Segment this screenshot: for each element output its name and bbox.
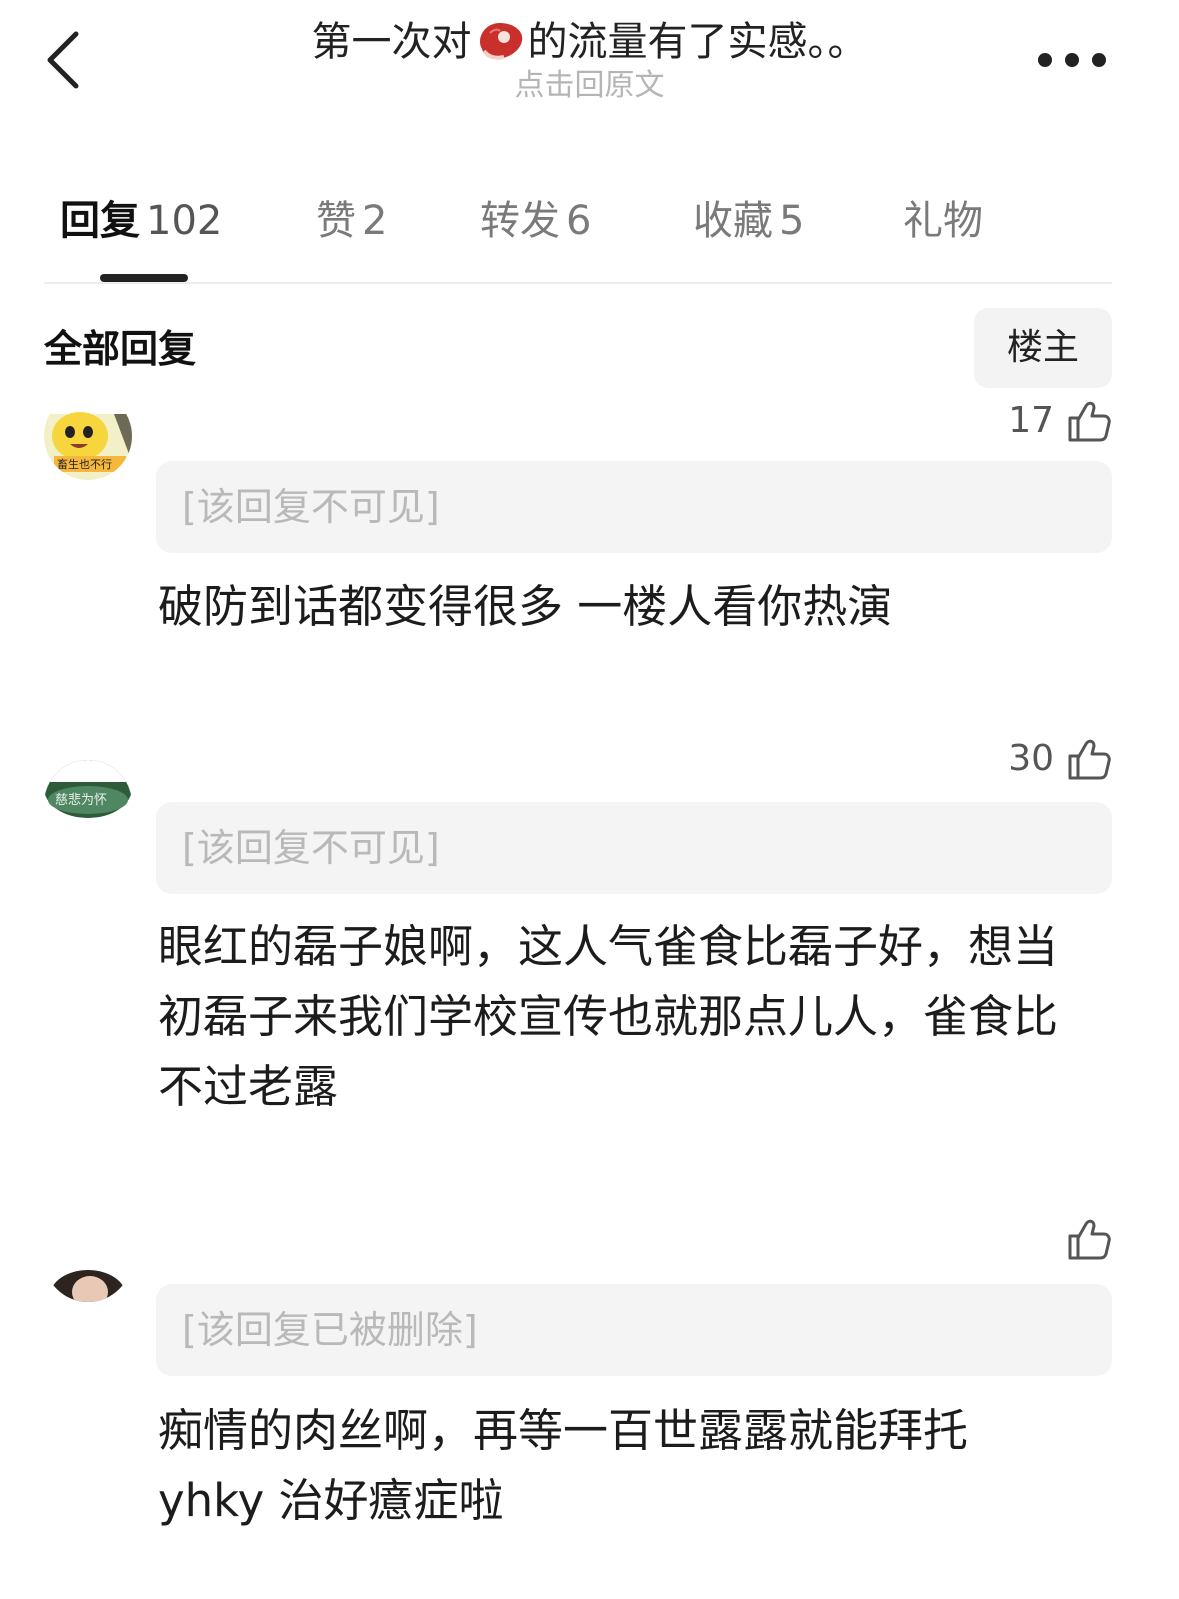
avatar-caption: 畜生也不行 xyxy=(57,457,112,471)
avatar[interactable] xyxy=(44,1214,132,1302)
comment-text: 破防到话都变得很多 一楼人看你热演 xyxy=(158,580,893,633)
thumbs-up-icon xyxy=(1068,739,1111,780)
tab-reposts[interactable]: 转发 6 xyxy=(480,186,591,256)
tab-gifts[interactable]: 礼物 xyxy=(903,186,983,256)
comment-text: 眼红的磊子娘啊，这人气雀食比磊子好，想当初磊子来我们学校宣传也就那点儿人，雀食比… xyxy=(158,920,1059,1113)
comment-text: 痴情的肉丝啊，再等一百世露露就能拜托 yhky 治好癔症啦 xyxy=(158,1404,969,1527)
tab-count: 102 xyxy=(146,198,223,244)
like-count: 17 xyxy=(1008,400,1054,441)
tab-divider xyxy=(44,282,1112,284)
thumbs-up-icon xyxy=(1068,1219,1111,1260)
like-button[interactable] xyxy=(1054,1214,1112,1264)
quoted-reply[interactable]: [该回复不可见] xyxy=(156,461,1112,553)
tab-count: 6 xyxy=(566,198,592,244)
avatar-image: 慈悲为怀 xyxy=(44,760,132,848)
post-title: 第一次对 的流量有了实感。。 xyxy=(200,14,979,70)
quoted-reply[interactable]: [该回复已被删除] xyxy=(156,1284,1112,1376)
more-options-icon[interactable] xyxy=(1036,48,1108,72)
post-header[interactable]: 第一次对 的流量有了实感。。 点击回原文 xyxy=(200,14,979,104)
avatar-caption: 慈悲为怀 xyxy=(55,792,107,808)
avatar[interactable]: 慈悲为怀 xyxy=(44,760,132,848)
avatar[interactable]: 畜生也不行 xyxy=(44,392,132,480)
tab-replies[interactable]: 回复 102 xyxy=(60,186,222,256)
quoted-reply-text: [该回复不可见] xyxy=(182,485,440,529)
thumbs-up-icon xyxy=(1068,401,1111,442)
like-count: 30 xyxy=(1008,738,1054,779)
like-button[interactable]: 30 xyxy=(1008,734,1112,784)
active-tab-indicator xyxy=(100,274,188,282)
like-button[interactable]: 17 xyxy=(1008,396,1112,446)
op-only-filter-button[interactable]: 楼主 xyxy=(974,308,1112,388)
tab-likes[interactable]: 赞2 xyxy=(316,186,387,256)
all-replies-heading: 全部回复 xyxy=(44,327,197,371)
back-to-original-link[interactable]: 点击回原文 xyxy=(200,68,979,104)
tab-count: 2 xyxy=(362,198,388,244)
avatar-image xyxy=(44,1214,132,1302)
title-prefix: 第一次对 xyxy=(311,19,472,65)
tab-count: 5 xyxy=(779,198,805,244)
avatar-image: 畜生也不行 xyxy=(44,392,132,480)
title-suffix: 的流量有了实感。。 xyxy=(527,19,868,65)
quoted-reply[interactable]: [该回复不可见] xyxy=(156,802,1112,894)
quoted-reply-text: [该回复不可见] xyxy=(182,826,440,870)
tab-favorites[interactable]: 收藏 5 xyxy=(693,186,804,256)
back-chevron-icon[interactable] xyxy=(40,30,90,90)
steak-icon xyxy=(479,23,522,60)
quoted-reply-text: [该回复已被删除] xyxy=(182,1308,478,1352)
